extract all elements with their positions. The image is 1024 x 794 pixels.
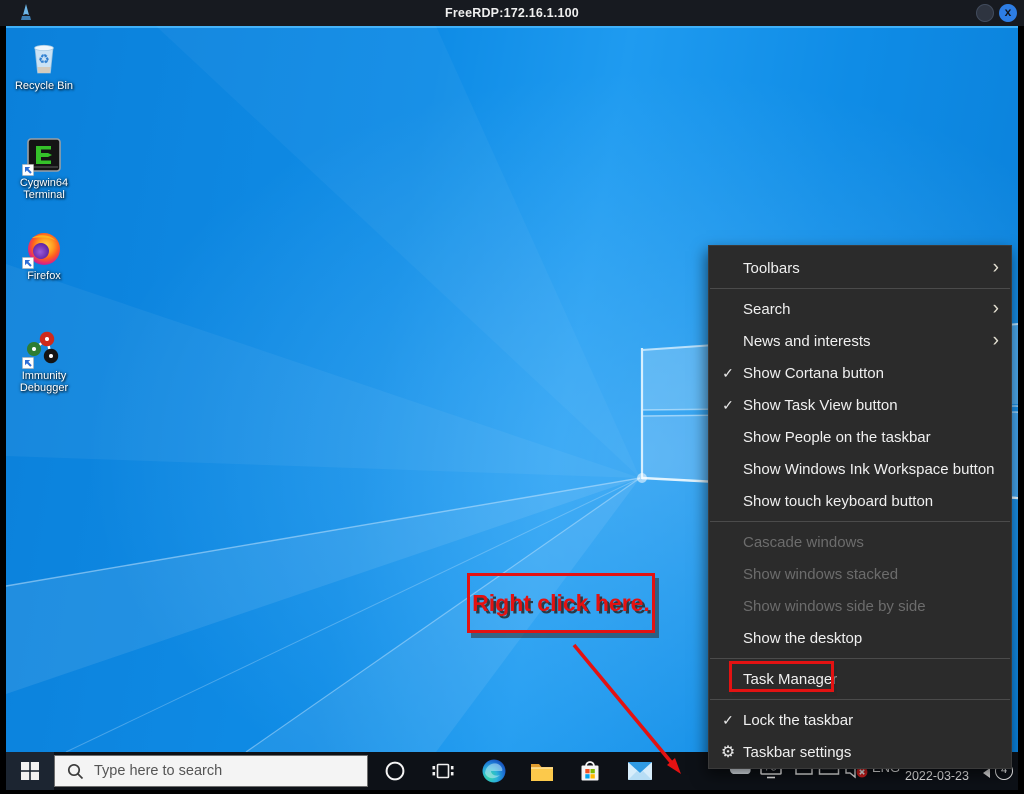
clock-date[interactable]: 2022-03-23 [902, 769, 972, 783]
task-view-button[interactable] [423, 752, 463, 790]
shortcut-arrow-icon [22, 357, 34, 369]
menu-item-show-task-view-button[interactable]: ✓ Show Task View button [709, 389, 1011, 421]
annotation-callout-box: Right click here. [467, 573, 655, 633]
menu-item-taskbar-settings[interactable]: ⚙ Taskbar settings [709, 736, 1011, 768]
gear-icon: ⚙ [718, 742, 738, 762]
menu-item-label: Show People on the taskbar [743, 429, 931, 446]
desktop-icon-firefox[interactable]: Firefox [8, 228, 80, 283]
desktop-icon-recycle-bin[interactable]: ♻ Recycle Bin [8, 38, 80, 93]
menu-item-label: Search [743, 301, 791, 318]
menu-item-show-cortana-button[interactable]: ✓ Show Cortana button [709, 357, 1011, 389]
menu-item-search[interactable]: Search › [709, 293, 1011, 325]
desktop-icon-label: Cygwin64 Terminal [8, 178, 80, 201]
menu-item-label: Show Windows Ink Workspace button [743, 461, 995, 478]
menu-item-show-the-desktop[interactable]: Show the desktop [709, 622, 1011, 654]
microsoft-store-button[interactable] [570, 752, 610, 790]
search-input[interactable] [94, 763, 344, 779]
menu-item-label: Show Task View button [743, 397, 898, 414]
recycle-bin-icon: ♻ [24, 38, 64, 78]
submenu-arrow-icon: › [993, 336, 999, 346]
checkmark-icon: ✓ [718, 397, 738, 414]
cortana-icon [384, 760, 406, 782]
task-view-icon [431, 759, 455, 783]
svg-text:♻: ♻ [38, 52, 50, 67]
menu-item-toolbars[interactable]: Toolbars › [709, 252, 1011, 284]
file-explorer-icon [529, 758, 555, 784]
menu-item-label: Lock the taskbar [743, 712, 853, 729]
menu-separator [710, 288, 1010, 289]
menu-item-label: Show Cortana button [743, 365, 884, 382]
microsoft-store-icon [577, 758, 603, 784]
menu-item-show-ink-workspace[interactable]: Show Windows Ink Workspace button [709, 453, 1011, 485]
desktop-icon-label: Recycle Bin [8, 81, 80, 93]
checkmark-icon: ✓ [718, 365, 738, 382]
freerdp-window: FreeRDP:172.16.1.100 x [0, 0, 1024, 794]
submenu-arrow-icon: › [993, 263, 999, 273]
menu-item-show-touch-keyboard[interactable]: Show touch keyboard button [709, 485, 1011, 517]
menu-item-show-windows-stacked: Show windows stacked [709, 558, 1011, 590]
checkmark-icon: ✓ [718, 712, 738, 729]
menu-item-label: Show windows stacked [743, 566, 898, 583]
menu-item-label: News and interests [743, 333, 871, 350]
menu-item-lock-the-taskbar[interactable]: ✓ Lock the taskbar [709, 704, 1011, 736]
annotation-callout-text: Right click here. [472, 590, 650, 617]
menu-item-show-windows-side-by-side: Show windows side by side [709, 590, 1011, 622]
shortcut-arrow-icon [22, 257, 34, 269]
search-icon [67, 763, 84, 780]
window-title: FreeRDP:172.16.1.100 [0, 6, 1024, 20]
minimize-button[interactable] [976, 4, 994, 22]
menu-item-cascade-windows: Cascade windows [709, 526, 1011, 558]
taskbar-search[interactable] [54, 755, 368, 787]
menu-item-label: Taskbar settings [743, 744, 851, 761]
start-button[interactable] [6, 752, 54, 790]
menu-item-label: Show the desktop [743, 630, 862, 647]
menu-item-label: Show windows side by side [743, 598, 926, 615]
menu-item-label: Toolbars [743, 260, 800, 277]
close-button[interactable]: x [999, 4, 1017, 22]
desktop-icon-label: Immunity Debugger [8, 371, 80, 394]
annotation-task-manager-highlight [729, 661, 834, 692]
desktop-icon-immunity-debugger[interactable]: Immunity Debugger [8, 328, 80, 394]
window-titlebar: FreeRDP:172.16.1.100 x [0, 0, 1024, 26]
mail-icon [627, 760, 653, 782]
shortcut-arrow-icon [22, 164, 34, 176]
menu-item-label: Show touch keyboard button [743, 493, 933, 510]
file-explorer-button[interactable] [522, 752, 562, 790]
action-center-icon [983, 768, 990, 778]
desktop-icon-label: Firefox [8, 271, 80, 283]
mail-button[interactable] [620, 752, 660, 790]
edge-button[interactable] [474, 752, 514, 790]
menu-separator [710, 521, 1010, 522]
menu-separator [710, 658, 1010, 659]
menu-item-news-and-interests[interactable]: News and interests › [709, 325, 1011, 357]
menu-item-label: Cascade windows [743, 534, 864, 551]
menu-separator [710, 699, 1010, 700]
menu-item-show-people[interactable]: Show People on the taskbar [709, 421, 1011, 453]
submenu-arrow-icon: › [993, 304, 999, 314]
desktop-icon-cygwin64-terminal[interactable]: Cygwin64 Terminal [8, 135, 80, 201]
edge-icon [481, 758, 507, 784]
windows-logo-icon [21, 762, 39, 780]
cortana-button[interactable] [375, 752, 415, 790]
